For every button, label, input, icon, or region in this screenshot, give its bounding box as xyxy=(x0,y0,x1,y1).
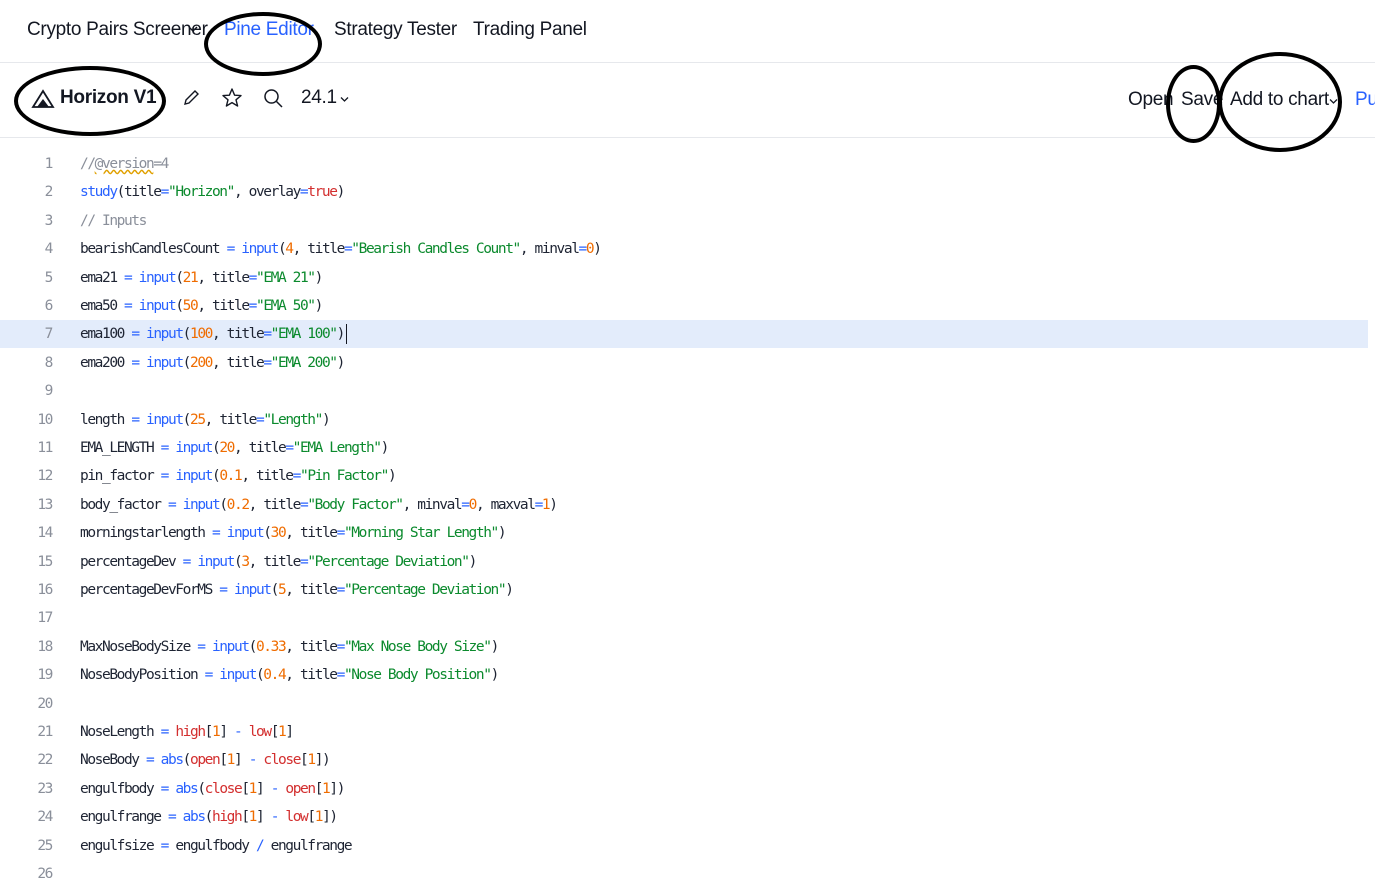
code-line[interactable]: 17 xyxy=(0,604,1368,632)
line-number: 22 xyxy=(37,752,53,769)
line-number: 24 xyxy=(37,809,53,826)
code-text[interactable]: study(title="Horizon", overlay=true) xyxy=(80,178,345,206)
code-editor[interactable]: 1 //@version=4 2 study(title="Horizon", ove… xyxy=(0,150,1375,883)
code-text[interactable]: percentageDev = input(3, title="Percenta… xyxy=(80,548,477,576)
code-text[interactable]: engulfbody = abs(close[1] - open[1]) xyxy=(80,775,345,803)
code-line[interactable]: 16 percentageDevForMS = input(5, title="P… xyxy=(0,576,1368,604)
code-line[interactable]: 7 ema100 = input(100, title="EMA 100") xyxy=(0,320,1368,349)
code-text[interactable]: pin_factor = input(0.1, title="Pin Facto… xyxy=(80,462,397,490)
code-line[interactable]: 13 body_factor = input(0.2, title="Body F… xyxy=(0,491,1368,519)
line-number: 21 xyxy=(37,724,53,740)
code-text[interactable]: ema100 = input(100, title="EMA 100") xyxy=(80,320,348,348)
line-number: 19 xyxy=(37,667,53,684)
line-number: 14 xyxy=(37,525,53,542)
code-line[interactable]: 25 engulfsize = engulfbody / engulfrange xyxy=(0,832,1368,860)
line-number: 26 xyxy=(37,866,53,882)
tab-strategy-tester[interactable]: Strategy Tester xyxy=(334,19,457,41)
line-number: 25 xyxy=(37,837,53,854)
code-text[interactable]: MaxNoseBodySize = input(0.33, title="Max… xyxy=(80,633,499,661)
pine-editor-toolbar: Horizon V1 24.1 Open Save Add to chart P… xyxy=(0,63,1375,138)
code-line[interactable]: 14 morningstarlength = input(30, title="M… xyxy=(0,519,1368,547)
code-text[interactable]: engulfrange = abs(high[1] - low[1]) xyxy=(80,803,338,831)
text-cursor xyxy=(345,324,348,345)
code-line[interactable]: 19 NoseBodyPosition = input(0.4, title="N… xyxy=(0,661,1368,689)
code-line[interactable]: 11 EMA_LENGTH = input(20, title="EMA Leng… xyxy=(0,434,1368,462)
chevron-down-icon[interactable] xyxy=(339,94,350,105)
star-icon[interactable] xyxy=(221,87,243,109)
code-text[interactable]: //@version=4 xyxy=(80,150,169,178)
code-text[interactable]: ema21 = input(21, title="EMA 21") xyxy=(80,264,323,292)
code-line[interactable]: 5 ema21 = input(21, title="EMA 21") xyxy=(0,264,1368,292)
code-text[interactable]: EMA_LENGTH = input(20, title="EMA Length… xyxy=(80,434,389,462)
code-line[interactable]: 6 ema50 = input(50, title="EMA 50") xyxy=(0,292,1368,320)
code-line[interactable]: 15 percentageDev = input(3, title="Percen… xyxy=(0,548,1368,576)
tab-pine-editor[interactable]: Pine Editor xyxy=(224,19,314,41)
code-text[interactable]: length = input(25, title="Length") xyxy=(80,406,331,434)
line-number: 11 xyxy=(37,440,53,456)
code-text[interactable]: engulfsize = engulfbody / engulfrange xyxy=(80,832,353,860)
line-number: 5 xyxy=(44,269,54,286)
code-text[interactable]: NoseBody = abs(open[1] - close[1]) xyxy=(80,746,331,774)
code-line[interactable]: 23 engulfbody = abs(close[1] - open[1]) xyxy=(0,775,1368,803)
chevron-down-icon[interactable] xyxy=(1328,96,1339,107)
script-name[interactable]: Horizon V1 xyxy=(60,87,157,109)
code-text[interactable]: morningstarlength = input(30, title="Mor… xyxy=(80,519,507,547)
line-number: 20 xyxy=(37,695,53,712)
tab-trading-panel[interactable]: Trading Panel xyxy=(473,19,587,41)
line-number: 12 xyxy=(37,468,53,485)
tab-crypto-pairs-screener[interactable]: Crypto Pairs Screener xyxy=(27,19,208,41)
code-line[interactable]: 9 xyxy=(0,377,1368,405)
line-number: 15 xyxy=(37,553,53,570)
line-number: 9 xyxy=(44,383,54,400)
code-text[interactable]: NoseBodyPosition = input(0.4, title="Nos… xyxy=(80,661,499,689)
pencil-icon[interactable] xyxy=(180,87,202,109)
line-number: 13 xyxy=(37,496,53,513)
line-number: 10 xyxy=(37,411,53,428)
line-number: 23 xyxy=(37,780,53,797)
code-text[interactable]: bearishCandlesCount = input(4, title="Be… xyxy=(80,235,602,263)
line-number: 2 xyxy=(44,184,54,201)
code-line[interactable]: 3 // Inputs xyxy=(0,207,1368,235)
code-text[interactable]: NoseLength = high[1] - low[1] xyxy=(80,718,294,746)
code-line[interactable]: 8 ema200 = input(200, title="EMA 200") xyxy=(0,349,1368,377)
code-line[interactable]: 26 xyxy=(0,860,1368,888)
line-number: 3 xyxy=(44,212,54,229)
line-number: 17 xyxy=(37,610,53,627)
bottom-panel-tabs: Crypto Pairs Screener Pine Editor Strate… xyxy=(0,0,1375,63)
publish-button[interactable]: Pu xyxy=(1355,89,1375,111)
code-line[interactable]: 22 NoseBody = abs(open[1] - close[1]) xyxy=(0,746,1368,774)
line-number: 16 xyxy=(37,582,53,598)
code-text[interactable]: ema200 = input(200, title="EMA 200") xyxy=(80,349,345,377)
chevron-down-icon[interactable] xyxy=(186,22,200,36)
add-to-chart-button[interactable]: Add to chart xyxy=(1230,89,1329,111)
mountain-logo-icon xyxy=(31,89,55,108)
code-line[interactable]: 18 MaxNoseBodySize = input(0.33, title="M… xyxy=(0,633,1368,661)
code-line[interactable]: 12 pin_factor = input(0.1, title="Pin Fac… xyxy=(0,462,1368,490)
code-text[interactable]: percentageDevForMS = input(5, title="Per… xyxy=(80,576,514,604)
save-button[interactable]: Save xyxy=(1181,89,1223,111)
search-icon[interactable] xyxy=(262,87,284,109)
line-number: 4 xyxy=(44,241,54,258)
line-number: 7 xyxy=(44,326,54,343)
code-line[interactable]: 20 xyxy=(0,690,1368,718)
code-text[interactable]: body_factor = input(0.2, title="Body Fac… xyxy=(80,491,558,519)
code-line[interactable]: 24 engulfrange = abs(high[1] - low[1]) xyxy=(0,803,1368,831)
code-line[interactable]: 4 bearishCandlesCount = input(4, title="B… xyxy=(0,235,1368,263)
line-number: 8 xyxy=(44,354,54,371)
code-line[interactable]: 21 NoseLength = high[1] - low[1] xyxy=(0,718,1368,746)
code-text[interactable]: ema50 = input(50, title="EMA 50") xyxy=(80,292,323,320)
line-number: 6 xyxy=(44,298,54,314)
open-button[interactable]: Open xyxy=(1128,89,1174,111)
code-line[interactable]: 1 //@version=4 xyxy=(0,150,1368,178)
version-select[interactable]: 24.1 xyxy=(301,87,337,109)
code-line[interactable]: 2 study(title="Horizon", overlay=true) xyxy=(0,178,1368,206)
code-text[interactable]: // Inputs xyxy=(80,207,147,235)
line-number: 18 xyxy=(37,638,53,655)
code-line[interactable]: 10 length = input(25, title="Length") xyxy=(0,406,1368,434)
line-number: 1 xyxy=(44,156,54,172)
